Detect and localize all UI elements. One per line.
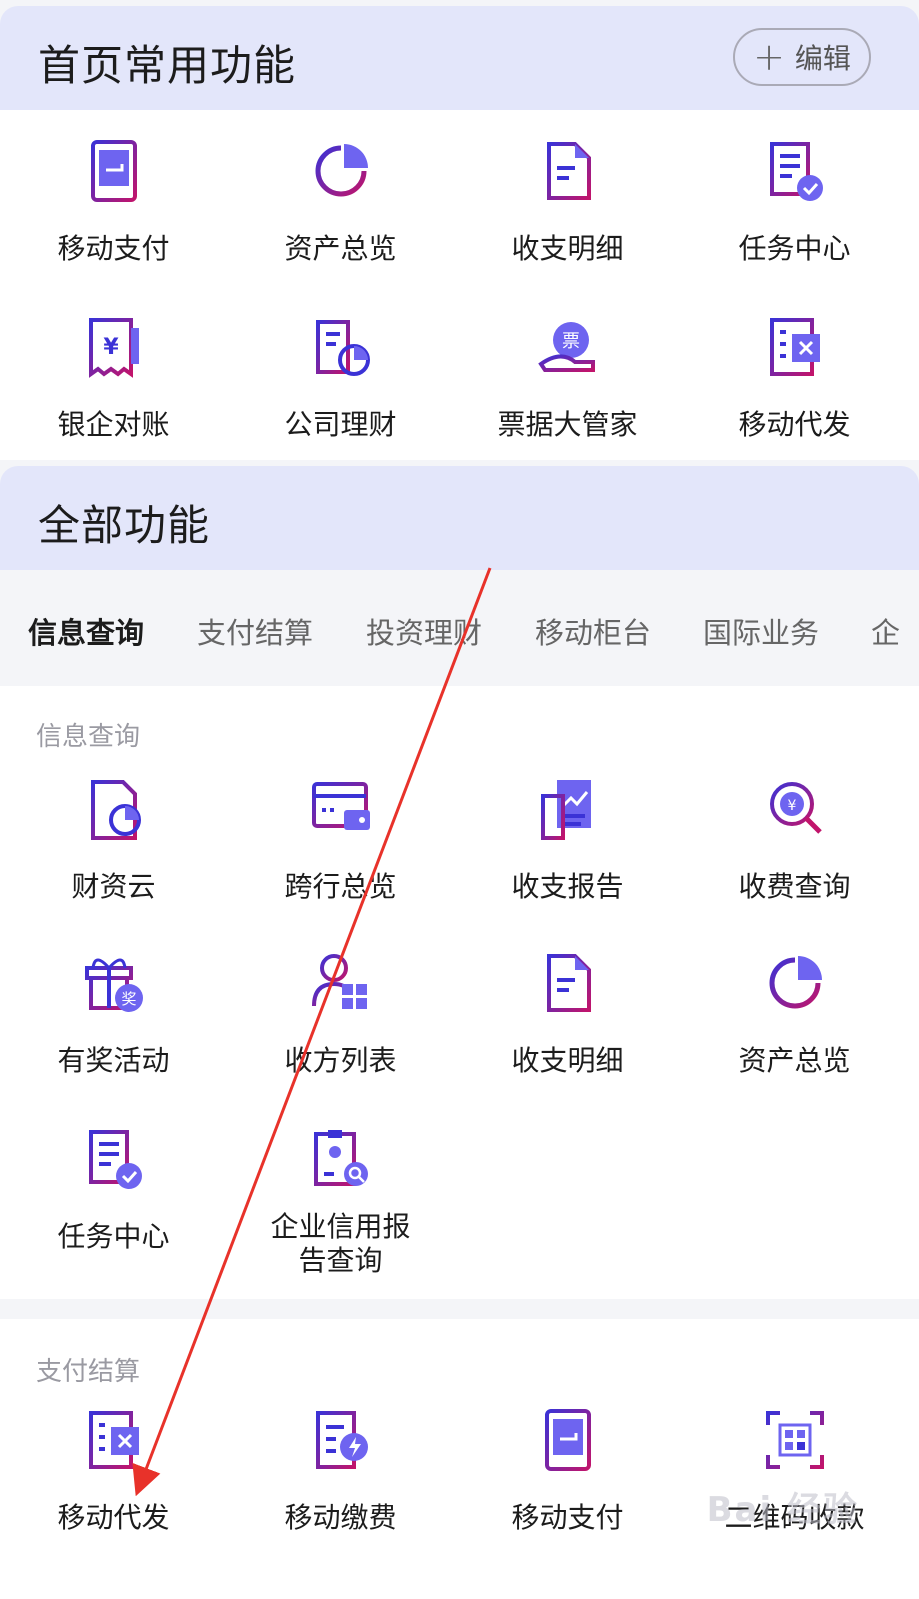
function-item-phone-pay[interactable]: 移动支付 bbox=[454, 1407, 681, 1535]
plus-icon: + bbox=[753, 35, 785, 79]
qr-code-icon bbox=[765, 1411, 824, 1469]
function-item-pie-chart[interactable]: 资产总览 bbox=[227, 138, 454, 266]
cloud-finance-icon bbox=[90, 780, 141, 840]
tab-international[interactable]: 国际业务 bbox=[703, 610, 819, 652]
function-item-label: 有奖活动 bbox=[57, 1044, 170, 1077]
svg-text:票: 票 bbox=[562, 331, 580, 352]
function-item-label: 收支报告 bbox=[511, 870, 624, 903]
svg-text:¥: ¥ bbox=[787, 798, 796, 814]
phone-pay-icon bbox=[90, 140, 137, 202]
section-label: 信息查询 bbox=[36, 722, 141, 752]
category-tabs: 信息查询 支付结算 投资理财 移动柜台 国际业务 企 bbox=[0, 570, 919, 685]
function-item-label: 资产总览 bbox=[284, 232, 397, 265]
receipt-yuan-icon: ¥ bbox=[88, 318, 139, 378]
hand-ticket-icon: 票 bbox=[537, 322, 595, 372]
function-item-receipt-yuan[interactable]: ¥ 银企对账 bbox=[0, 314, 227, 442]
all-functions-title: 全部功能 bbox=[38, 501, 211, 550]
search-yuan-icon: ¥ bbox=[769, 782, 822, 834]
function-item-pie-chart[interactable]: 资产总览 bbox=[681, 950, 908, 1078]
excel-sheet-icon bbox=[88, 1411, 139, 1469]
function-item-label: 移动代发 bbox=[57, 1501, 170, 1534]
tab-enterprise-partial[interactable]: 企 bbox=[871, 610, 900, 652]
function-item-label: 收支明细 bbox=[511, 1044, 624, 1077]
edit-button[interactable]: + 编辑 bbox=[733, 28, 871, 86]
task-check-icon bbox=[88, 1130, 142, 1189]
svg-text:奖: 奖 bbox=[121, 990, 136, 1008]
function-item-phone-pay[interactable]: 移动支付 bbox=[0, 138, 227, 266]
function-item-label: 任务中心 bbox=[738, 232, 851, 265]
bill-lightning-icon bbox=[315, 1411, 368, 1469]
function-item-document[interactable]: 收支明细 bbox=[454, 950, 681, 1078]
document-icon bbox=[546, 142, 591, 200]
svg-text:¥: ¥ bbox=[103, 335, 119, 360]
task-check-icon bbox=[769, 142, 823, 201]
tab-mobile-counter[interactable]: 移动柜台 bbox=[535, 610, 651, 652]
pie-chart-icon bbox=[315, 144, 368, 197]
phone-pay-icon bbox=[544, 1409, 591, 1471]
function-item-label: 收方列表 bbox=[284, 1044, 397, 1077]
function-item-wallet-card[interactable]: 跨行总览 bbox=[227, 776, 454, 904]
section-info-query: 信息查询 财资云 跨行总览 收支报告 ¥ 收费查询 奖有奖活动 收方列表 收支明细… bbox=[0, 686, 919, 1299]
section-label: 支付结算 bbox=[36, 1357, 141, 1387]
pie-chart-icon bbox=[769, 956, 822, 1009]
function-item-label: 任务中心 bbox=[57, 1220, 170, 1253]
function-item-task-check[interactable]: 任务中心 bbox=[681, 138, 908, 266]
function-item-label: 资产总览 bbox=[738, 1044, 851, 1077]
document-icon bbox=[546, 954, 591, 1012]
edit-button-label: 编辑 bbox=[794, 42, 851, 75]
function-item-label: 银企对账 bbox=[57, 408, 170, 441]
function-item-search-yuan[interactable]: ¥ 收费查询 bbox=[681, 776, 908, 904]
credit-report-icon bbox=[313, 1130, 368, 1186]
excel-sheet-icon bbox=[769, 318, 820, 376]
watermark: Bai 经验 bbox=[706, 1490, 859, 1530]
function-item-label: 移动支付 bbox=[511, 1501, 624, 1534]
function-item-label: 票据大管家 bbox=[497, 408, 638, 441]
section-payment: 支付结算 移动代发 移动缴费 移动支付 二维码收款 bbox=[0, 1319, 919, 1599]
tab-info-query[interactable]: 信息查询 bbox=[28, 610, 144, 652]
function-item-label: 移动缴费 bbox=[284, 1501, 397, 1534]
favorites-title: 首页常用功能 bbox=[38, 41, 297, 90]
function-item-credit-report[interactable]: 企业信用报告查询 bbox=[227, 1126, 454, 1278]
favorites-grid: 移动支付 资产总览 收支明细 任务中心 ¥ 银企对账 公司理财 票票据大管家 移动… bbox=[0, 110, 919, 460]
function-item-cloud-finance[interactable]: 财资云 bbox=[0, 776, 227, 904]
function-item-bill-lightning[interactable]: 移动缴费 bbox=[227, 1407, 454, 1535]
function-item-task-check[interactable]: 任务中心 bbox=[0, 1126, 227, 1254]
function-item-label: 财资云 bbox=[71, 870, 156, 903]
function-item-hand-ticket[interactable]: 票票据大管家 bbox=[454, 314, 681, 442]
function-item-document[interactable]: 收支明细 bbox=[454, 138, 681, 266]
function-item-label: 公司理财 bbox=[284, 408, 397, 441]
function-item-label: 企业信用报告查询 bbox=[270, 1210, 411, 1277]
report-trend-icon bbox=[540, 780, 591, 840]
function-item-gift-prize[interactable]: 奖有奖活动 bbox=[0, 950, 227, 1078]
tab-payment-settlement[interactable]: 支付结算 bbox=[197, 610, 313, 652]
function-item-excel-sheet[interactable]: 移动代发 bbox=[681, 314, 908, 442]
favorites-header: 首页常用功能 + 编辑 bbox=[0, 6, 919, 111]
function-item-report-trend[interactable]: 收支报告 bbox=[454, 776, 681, 904]
wallet-card-icon bbox=[311, 782, 370, 830]
function-item-building-chart[interactable]: 公司理财 bbox=[227, 314, 454, 442]
tab-investment[interactable]: 投资理财 bbox=[366, 610, 482, 652]
function-item-label: 移动支付 bbox=[57, 232, 170, 265]
function-item-excel-sheet[interactable]: 移动代发 bbox=[0, 1407, 227, 1535]
all-functions-header: 全部功能 bbox=[0, 466, 919, 571]
function-item-label: 收支明细 bbox=[511, 232, 624, 265]
function-item-label: 跨行总览 bbox=[284, 870, 397, 903]
payee-list-icon bbox=[311, 954, 367, 1009]
function-item-payee-list[interactable]: 收方列表 bbox=[227, 950, 454, 1078]
gift-prize-icon: 奖 bbox=[84, 958, 143, 1012]
building-chart-icon bbox=[315, 320, 370, 376]
function-item-label: 收费查询 bbox=[738, 870, 851, 903]
function-item-label: 移动代发 bbox=[738, 408, 851, 441]
